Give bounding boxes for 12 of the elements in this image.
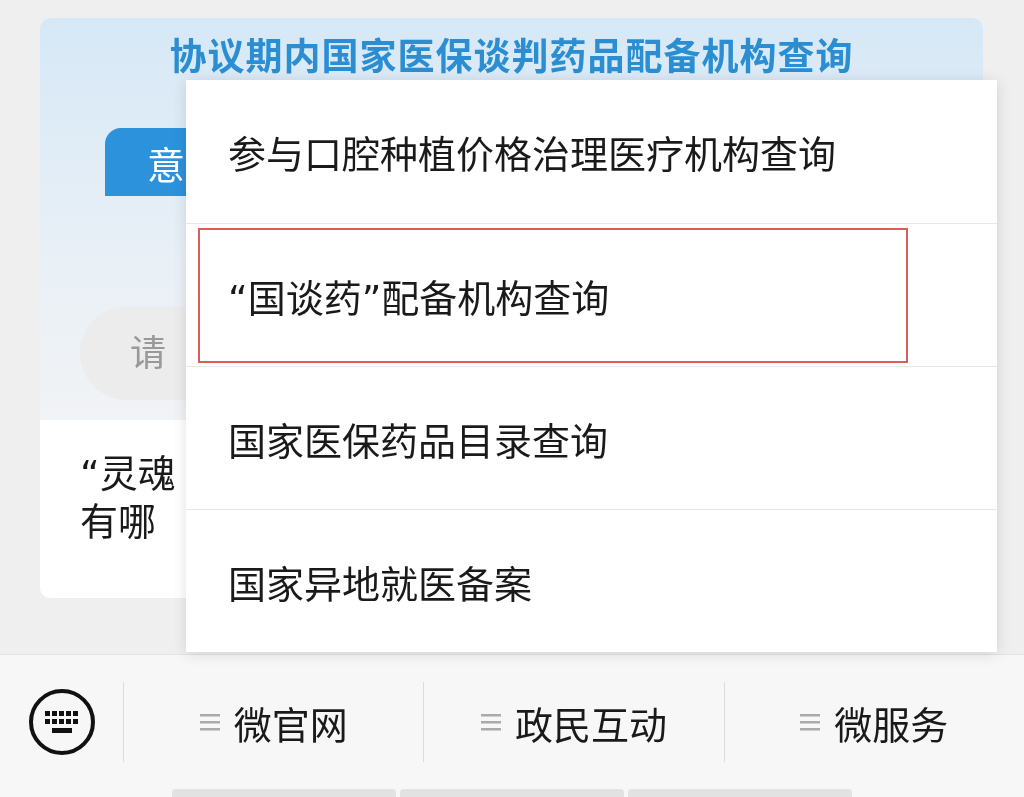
menu-tab[interactable]: 政民互动 bbox=[424, 694, 724, 750]
menu-item[interactable]: 国家医保药品目录查询 bbox=[198, 370, 908, 506]
menu-icon bbox=[481, 713, 501, 731]
menu-item[interactable]: 参与口腔种植价格治理医疗机构查询 bbox=[198, 84, 908, 219]
menu-tab[interactable]: 微服务 bbox=[724, 694, 1024, 750]
keyboard-icon[interactable] bbox=[28, 688, 96, 756]
menu-icon bbox=[800, 713, 821, 731]
menu-icon bbox=[199, 713, 220, 731]
menu-item[interactable]: 国家异地就医备案 bbox=[198, 513, 908, 649]
banner-title: 协议期内国家医保谈判药品配备机构查询 bbox=[168, 35, 855, 78]
menu-item[interactable]: “国谈药”配备机构查询 bbox=[198, 227, 908, 363]
menu-tab[interactable]: 微官网 bbox=[124, 694, 424, 750]
